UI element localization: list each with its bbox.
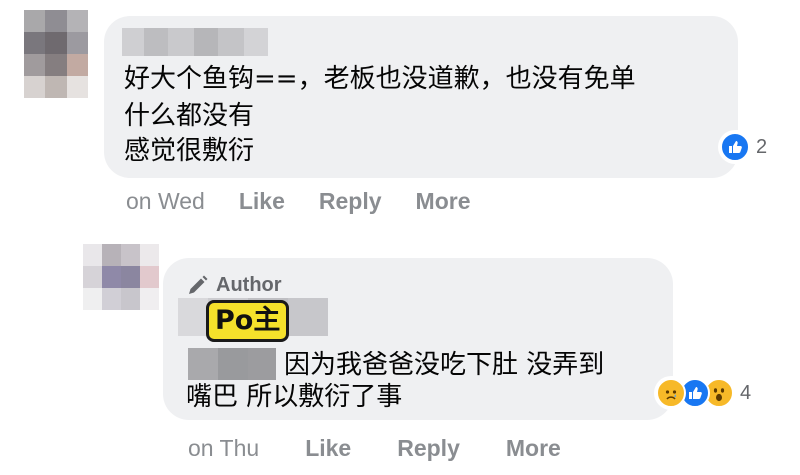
author-badge-label: Author bbox=[216, 274, 282, 296]
reaction-count: 2 bbox=[756, 135, 768, 158]
timestamp[interactable]: on Wed bbox=[126, 188, 205, 215]
reaction-summary[interactable]: 2 bbox=[718, 130, 782, 164]
commenter-avatar[interactable] bbox=[24, 10, 88, 98]
reaction-summary[interactable]: 4 bbox=[654, 376, 776, 410]
commenter-name[interactable] bbox=[122, 28, 268, 56]
comment-actions: on Wed Like Reply More bbox=[126, 188, 470, 215]
author-badge: Author bbox=[186, 274, 282, 297]
pencil-icon bbox=[189, 275, 208, 294]
op-tag: Po主 bbox=[206, 300, 290, 342]
reply-button[interactable]: Reply bbox=[397, 435, 460, 462]
sad-icon bbox=[656, 378, 686, 408]
author-avatar[interactable] bbox=[83, 244, 159, 310]
reply-text-line: 嘴巴 所以敷衍了事 bbox=[186, 382, 403, 412]
comment-text-line: 什么都没有 bbox=[124, 101, 255, 131]
more-button[interactable]: More bbox=[506, 435, 561, 462]
timestamp[interactable]: on Thu bbox=[188, 435, 259, 462]
like-button[interactable]: Like bbox=[305, 435, 351, 462]
more-button[interactable]: More bbox=[416, 188, 471, 215]
comment-text-line: 好大个鱼钩==，老板也没道歉，也没有免单 bbox=[124, 64, 636, 94]
reaction-count: 4 bbox=[740, 381, 752, 404]
comment-text-line: 感觉很敷衍 bbox=[124, 136, 255, 166]
like-icon bbox=[720, 132, 750, 162]
like-button[interactable]: Like bbox=[239, 188, 285, 215]
reply-actions: on Thu Like Reply More bbox=[188, 435, 561, 462]
mention-blurred[interactable] bbox=[188, 348, 276, 380]
reply-button[interactable]: Reply bbox=[319, 188, 382, 215]
